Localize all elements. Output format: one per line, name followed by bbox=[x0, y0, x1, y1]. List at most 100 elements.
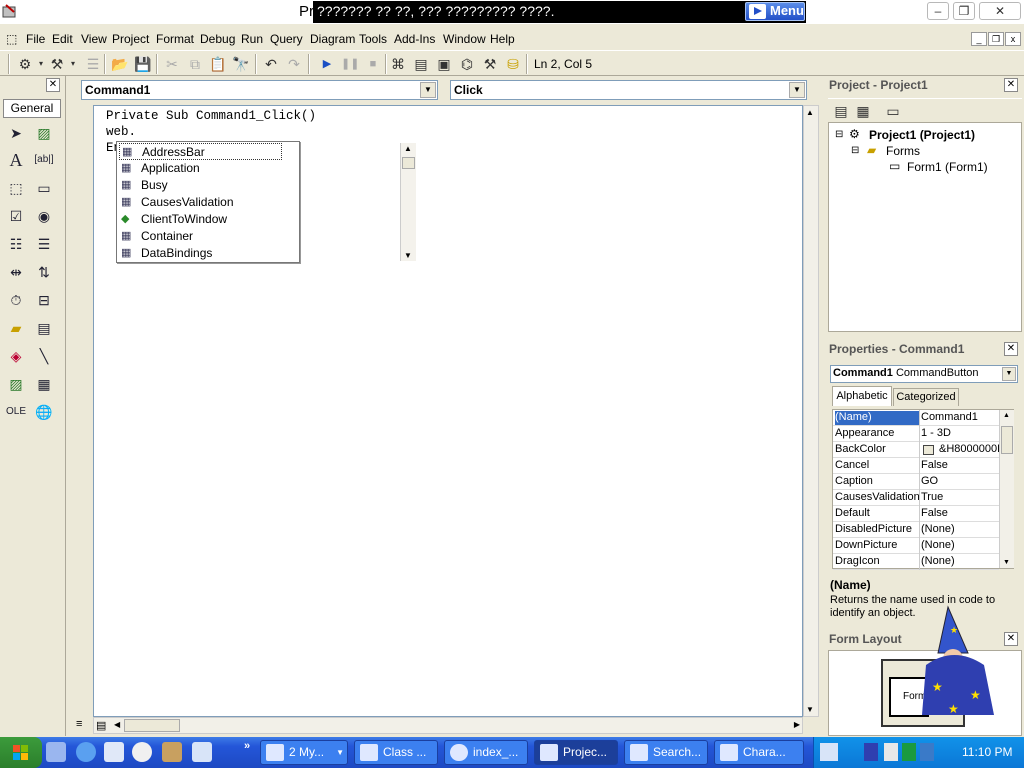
property-value[interactable]: 1 - 3D bbox=[921, 427, 1001, 441]
app-icon[interactable] bbox=[2, 3, 18, 19]
quicklaunch-app-icon[interactable] bbox=[162, 742, 182, 762]
list-item[interactable]: ▦ DataBindings bbox=[119, 245, 282, 262]
tray-app4-icon[interactable] bbox=[920, 743, 934, 761]
chevron-down-icon[interactable]: ▼ bbox=[1002, 367, 1016, 381]
property-row[interactable]: BackColor &H8000000F bbox=[833, 442, 1001, 458]
copy-icon[interactable]: ⧉ bbox=[186, 55, 204, 73]
dirlistbox-icon[interactable]: ▰ bbox=[5, 317, 27, 339]
timer-icon[interactable]: ⏱ bbox=[5, 289, 27, 311]
textbox-icon[interactable]: [ab|] bbox=[33, 149, 55, 171]
list-item[interactable]: ▦ Container bbox=[119, 228, 282, 245]
menu-query[interactable]: Query bbox=[270, 32, 303, 46]
close-button[interactable]: ✕ bbox=[979, 2, 1021, 20]
office-assistant-character[interactable]: ★ ★ ★ ★ bbox=[918, 605, 998, 725]
maximize-button[interactable]: ❐ bbox=[953, 2, 975, 20]
menu-debug[interactable]: Debug bbox=[200, 32, 235, 46]
property-row[interactable]: Default False bbox=[833, 506, 999, 522]
menu-window[interactable]: Window bbox=[443, 32, 486, 46]
property-row[interactable]: Caption GO bbox=[833, 474, 999, 490]
tree-project-root[interactable]: Project1 (Project1) bbox=[869, 128, 975, 142]
mdi-minimize-button[interactable]: _ bbox=[971, 32, 987, 46]
properties-close-button[interactable]: ✕ bbox=[1004, 342, 1018, 356]
tray-app2-icon[interactable] bbox=[884, 743, 898, 761]
menu-edit[interactable]: Edit bbox=[52, 32, 73, 46]
taskbar-button-project[interactable]: Projec... bbox=[534, 740, 618, 765]
view-code-icon[interactable]: ▤ bbox=[832, 102, 850, 120]
property-value[interactable]: GO bbox=[921, 475, 1001, 489]
tree-form-item[interactable]: Form1 (Form1) bbox=[907, 160, 988, 174]
system-menu-icon[interactable]: ⬚ bbox=[6, 32, 17, 46]
label-icon[interactable]: A bbox=[5, 149, 27, 171]
property-value[interactable]: (None) bbox=[921, 523, 1001, 537]
toggle-folders-icon[interactable]: ▭ bbox=[884, 102, 902, 120]
list-item[interactable]: ▦ Busy bbox=[119, 177, 282, 194]
vscrollbar-icon[interactable]: ⇅ bbox=[33, 261, 55, 283]
add-form-dropdown-icon[interactable]: ▾ bbox=[64, 55, 82, 73]
picturebox-icon[interactable]: ▨ bbox=[33, 122, 55, 144]
property-row[interactable]: DisabledPicture (None) bbox=[833, 522, 999, 538]
intellisense-list[interactable]: ▦ AddressBar ▦ Application ▦ Busy ▦ Caus… bbox=[116, 141, 416, 263]
find-icon[interactable]: 🔭 bbox=[232, 55, 250, 73]
taskbar-button-search[interactable]: Search... bbox=[624, 740, 708, 765]
data-icon[interactable]: ▦ bbox=[33, 373, 55, 395]
property-grid[interactable]: (Name) Command1 Appearance 1 - 3D BackCo… bbox=[832, 409, 1014, 570]
chevron-down-icon[interactable]: ▼ bbox=[789, 82, 805, 98]
open-project-icon[interactable]: 📂 bbox=[111, 55, 129, 73]
keyboard-icon[interactable] bbox=[820, 743, 838, 761]
optionbutton-icon[interactable]: ◉ bbox=[33, 205, 55, 227]
quicklaunch-desktop-icon[interactable] bbox=[104, 742, 124, 762]
taskbar-button-index[interactable]: index_... bbox=[444, 740, 528, 765]
break-icon[interactable]: ❚❚ bbox=[341, 55, 359, 73]
properties-object-select[interactable]: Command1 CommandButton ▼ bbox=[830, 365, 1018, 383]
quicklaunch-more-icon[interactable]: » bbox=[244, 740, 250, 752]
property-value[interactable]: False bbox=[921, 507, 1001, 521]
line-icon[interactable]: ╲ bbox=[33, 345, 55, 367]
code-line[interactable]: Private Sub Command1_Click() bbox=[106, 109, 316, 123]
menu-tools[interactable]: Tools bbox=[359, 32, 387, 46]
pointer-icon[interactable]: ➤ bbox=[5, 122, 27, 144]
listbox-icon[interactable]: ☰ bbox=[33, 233, 55, 255]
minimize-button[interactable]: – bbox=[927, 2, 949, 20]
procedure-view-icon[interactable]: ≡ bbox=[76, 718, 82, 730]
menu-view[interactable]: View bbox=[81, 32, 107, 46]
list-item[interactable]: ▦ CausesValidation bbox=[119, 194, 282, 211]
tray-app-icon[interactable] bbox=[864, 743, 878, 761]
scroll-up-icon[interactable]: ▲ bbox=[1003, 412, 1010, 419]
property-row[interactable]: Appearance 1 - 3D bbox=[833, 426, 999, 442]
menu-file[interactable]: File bbox=[26, 32, 45, 46]
project-explorer-icon[interactable]: ⌘ bbox=[389, 55, 407, 73]
property-value[interactable]: (None) bbox=[921, 539, 1001, 553]
project-close-button[interactable]: ✕ bbox=[1004, 78, 1018, 92]
property-value[interactable]: True bbox=[921, 491, 1001, 505]
quicklaunch-mediaplayer-icon[interactable] bbox=[132, 742, 152, 762]
ole-icon[interactable]: OLE bbox=[5, 401, 27, 423]
toolbox-icon[interactable]: ⚒ bbox=[481, 55, 499, 73]
end-icon[interactable]: ■ bbox=[364, 55, 382, 73]
redo-icon[interactable]: ↷ bbox=[285, 55, 303, 73]
property-row[interactable]: (Name) Command1 bbox=[833, 410, 999, 426]
taskbar-button-class[interactable]: Class ... bbox=[354, 740, 438, 765]
toolbox-close-button[interactable]: ✕ bbox=[46, 78, 60, 92]
drivelistbox-icon[interactable]: ⊟ bbox=[33, 289, 55, 311]
tray-app3-icon[interactable] bbox=[902, 743, 916, 761]
formlayout-close-button[interactable]: ✕ bbox=[1004, 632, 1018, 646]
project-tree[interactable]: ⊟ ⚙ Project1 (Project1) ⊟ ▰ Forms ▭ Form… bbox=[828, 122, 1022, 332]
paste-icon[interactable]: 📋 bbox=[209, 55, 227, 73]
mdi-restore-button[interactable]: ❐ bbox=[988, 32, 1004, 46]
image-icon[interactable]: ▨ bbox=[5, 373, 27, 395]
scroll-right-icon[interactable]: ▶ bbox=[794, 720, 800, 729]
menu-editor-icon[interactable]: ☰ bbox=[84, 55, 102, 73]
list-item[interactable]: ▦ AddressBar bbox=[119, 143, 282, 160]
property-value[interactable]: (None) bbox=[921, 555, 1001, 569]
taskbar-button-mycomputer[interactable]: 2 My... ▼ bbox=[260, 740, 348, 765]
full-module-view-icon[interactable]: ▤ bbox=[96, 719, 106, 732]
scroll-down-icon[interactable]: ▼ bbox=[806, 705, 814, 714]
scroll-down-icon[interactable]: ▼ bbox=[1003, 559, 1010, 566]
overlay-menu-button[interactable]: Menu bbox=[745, 2, 805, 21]
procedure-combobox[interactable]: Click ▼ bbox=[450, 80, 807, 100]
shape-icon[interactable]: ◈ bbox=[5, 345, 27, 367]
checkbox-icon[interactable]: ☑ bbox=[5, 205, 27, 227]
clock[interactable]: 11:10 PM bbox=[962, 745, 1012, 759]
property-value[interactable]: False bbox=[921, 459, 1001, 473]
start-icon[interactable]: ▶ bbox=[318, 55, 336, 73]
